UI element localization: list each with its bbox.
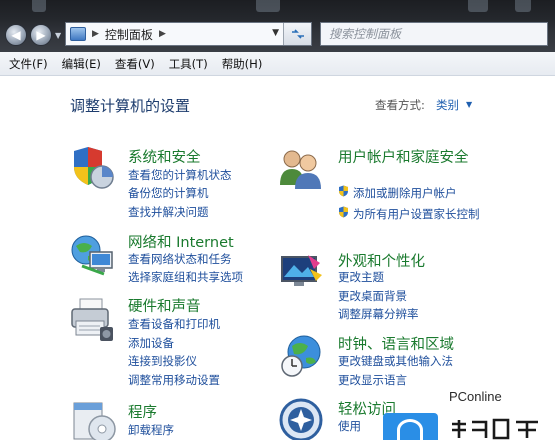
view-by-label: 查看方式: (375, 98, 425, 112)
menu-view[interactable]: 查看(V) (111, 56, 165, 72)
users-icon (280, 150, 321, 189)
menu-edit[interactable]: 编辑(E) (58, 56, 111, 72)
menu-help[interactable]: 帮助(H) (218, 56, 273, 72)
link-homegroup-sharing[interactable]: 选择家庭组和共享选项 (128, 269, 243, 285)
category-title-appearance[interactable]: 外观和个性化 (338, 250, 425, 271)
link-backup-computer[interactable]: 备份您的计算机 (128, 185, 209, 201)
menu-file[interactable]: 文件(F) (5, 56, 58, 72)
clock-globe-icon (281, 335, 321, 377)
link-troubleshoot[interactable]: 查找并解决问题 (128, 204, 209, 220)
link-parental-controls[interactable]: 为所有用户设置家长控制 (353, 206, 480, 222)
taskbar-glow (468, 0, 488, 12)
uac-shield-icon (339, 206, 348, 218)
arrow-right-icon: ▶ (36, 28, 46, 42)
arrow-left-icon: ◀ (11, 28, 21, 42)
link-desktop-background[interactable]: 更改桌面背景 (338, 288, 407, 304)
taskbar-glow (256, 0, 280, 12)
refresh-button[interactable] (283, 23, 311, 45)
menu-tools[interactable]: 工具(T) (165, 56, 218, 72)
watermark-glyph-logo (448, 416, 555, 440)
control-panel-icon (70, 27, 86, 41)
link-view-computer-status[interactable]: 查看您的计算机状态 (128, 167, 232, 183)
link-add-device[interactable]: 添加设备 (128, 335, 174, 351)
category-title-network[interactable]: 网络和 Internet (128, 231, 234, 252)
link-display-language[interactable]: 更改显示语言 (338, 372, 407, 388)
category-title-clock[interactable]: 时钟、语言和区域 (338, 333, 454, 354)
taskbar-glow (32, 0, 46, 12)
watermark-logo (383, 413, 438, 440)
breadcrumb-chevron-icon[interactable]: ▶ (92, 29, 99, 39)
appearance-monitor-icon (281, 255, 322, 286)
recent-pages-dropdown[interactable]: ▼ (55, 31, 61, 40)
title-bar: ◀ ▶ ▼ ▶ 控制面板 ▶ ▼ (0, 0, 555, 52)
category-title-hardware[interactable]: 硬件和声音 (128, 295, 201, 316)
address-bar[interactable]: ▶ 控制面板 ▶ ▼ (65, 22, 312, 46)
link-change-theme[interactable]: 更改主题 (338, 269, 384, 285)
forward-button[interactable]: ▶ (30, 24, 52, 46)
page-title: 调整计算机的设置 (70, 97, 191, 115)
watermark-text: PConline (449, 389, 502, 404)
breadcrumb-control-panel[interactable]: 控制面板 (105, 26, 153, 43)
link-change-keyboard[interactable]: 更改键盘或其他输入法 (338, 353, 453, 369)
view-by-dropdown[interactable]: 类别 (436, 97, 459, 113)
link-screen-resolution[interactable]: 调整屏幕分辨率 (338, 306, 419, 322)
link-view-network-status[interactable]: 查看网络状态和任务 (128, 251, 232, 267)
ease-of-access-icon (279, 398, 323, 440)
shield-pie-chart-icon (74, 147, 114, 189)
link-add-remove-accounts[interactable]: 添加或删除用户帐户 (353, 185, 457, 201)
control-panel-content: 调整计算机的设置 查看方式: 类别 ▼ 系统和安全 查看您的计算机状态 备份您的… (0, 77, 555, 440)
link-connect-projector[interactable]: 连接到投影仪 (128, 353, 197, 369)
uac-shield-icon (339, 185, 348, 197)
address-dropdown-icon[interactable]: ▼ (272, 28, 279, 38)
programs-disc-icon (73, 402, 116, 440)
search-box[interactable] (320, 22, 548, 46)
printer-speaker-icon (71, 298, 113, 341)
link-ease-of-access[interactable]: 使用 (338, 418, 361, 434)
link-devices-printers[interactable]: 查看设备和打印机 (128, 316, 220, 332)
category-title-programs[interactable]: 程序 (128, 401, 157, 422)
refresh-icon (291, 29, 304, 39)
network-globe-icon (71, 235, 113, 276)
menu-bar: 文件(F) 编辑(E) 查看(V) 工具(T) 帮助(H) (0, 52, 555, 76)
breadcrumb-chevron-icon[interactable]: ▶ (159, 29, 166, 39)
category-title-users[interactable]: 用户帐户和家庭安全 (338, 146, 469, 167)
category-title-system[interactable]: 系统和安全 (128, 146, 201, 167)
link-mobility-settings[interactable]: 调整常用移动设置 (128, 372, 220, 388)
taskbar-glow (515, 0, 531, 12)
chevron-down-icon[interactable]: ▼ (466, 100, 472, 109)
link-uninstall-program[interactable]: 卸载程序 (128, 422, 174, 438)
search-input[interactable] (329, 27, 529, 41)
back-button[interactable]: ◀ (5, 24, 27, 46)
